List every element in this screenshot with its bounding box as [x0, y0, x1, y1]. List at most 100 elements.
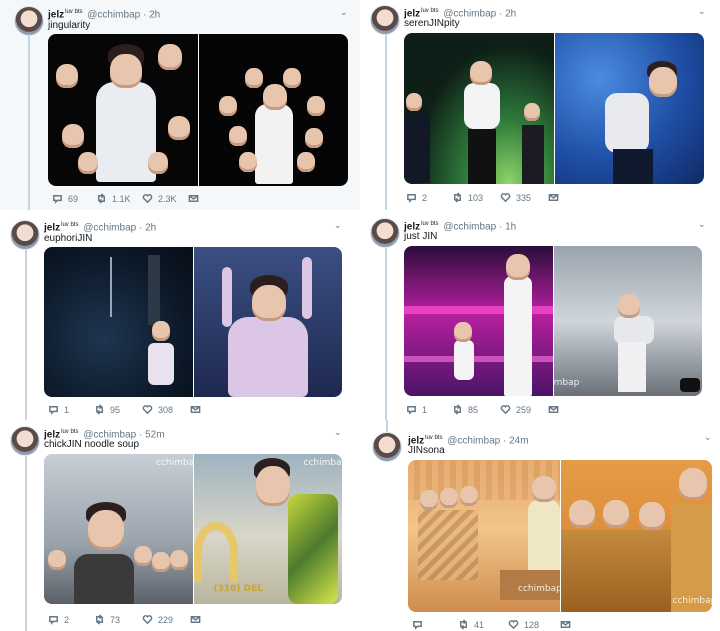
media-image-right[interactable]: [554, 33, 704, 184]
retweet-count: 73: [110, 614, 121, 625]
tweet-media[interactable]: [48, 34, 348, 186]
dm-button[interactable]: [548, 192, 559, 203]
like-button[interactable]: 128: [508, 619, 560, 630]
tweet-text: chickJIN noodle soup: [44, 439, 140, 450]
retweet-button[interactable]: 95: [94, 404, 142, 415]
tweet-media[interactable]: [404, 33, 704, 184]
name-badge: luv bts: [421, 221, 439, 227]
like-button[interactable]: 308: [142, 404, 190, 415]
display-name[interactable]: jelz: [48, 9, 64, 20]
name-badge: luv bts: [421, 8, 439, 14]
envelope-icon: [560, 621, 571, 628]
media-image-right[interactable]: cchimbap: [553, 246, 702, 396]
timestamp[interactable]: 24m: [509, 435, 528, 446]
dm-button[interactable]: [190, 614, 201, 625]
media-image-right[interactable]: [193, 247, 342, 397]
tweet-media[interactable]: cchimbap: [404, 246, 702, 396]
heart-icon: [508, 620, 519, 630]
tweet-actions: 2 103 335: [406, 192, 559, 203]
reply-button[interactable]: 1: [48, 404, 94, 415]
handle[interactable]: @cchimbap: [83, 222, 136, 233]
tweet-media[interactable]: [44, 247, 342, 397]
tweet-4[interactable]: jelzluv bts @cchimbap · 1h ⌄ just JIN cc…: [360, 210, 720, 420]
name-badge: luv bts: [61, 222, 79, 228]
display-name[interactable]: jelz: [44, 222, 60, 233]
timestamp[interactable]: 1h: [505, 221, 516, 232]
media-image-left[interactable]: [44, 247, 193, 397]
reply-icon: [49, 616, 58, 625]
retweet-button[interactable]: 1.1K: [96, 193, 142, 204]
chevron-down-icon[interactable]: ⌄: [334, 220, 342, 231]
timestamp[interactable]: 2h: [149, 9, 160, 20]
retweet-count: 41: [474, 619, 485, 630]
media-image-left[interactable]: cchimbap: [408, 460, 560, 612]
handle[interactable]: @cchimbap: [87, 9, 140, 20]
media-image-left[interactable]: [404, 246, 553, 396]
envelope-icon: [190, 616, 201, 623]
handle[interactable]: @cchimbap: [443, 221, 496, 232]
avatar[interactable]: [10, 220, 40, 250]
tweet-media[interactable]: cchimbap cchimbap (310) DEL: [44, 454, 342, 604]
retweet-button[interactable]: 41: [458, 619, 508, 630]
avatar[interactable]: [14, 6, 44, 36]
avatar[interactable]: [370, 5, 400, 35]
retweet-button[interactable]: 103: [452, 192, 500, 203]
retweet-button[interactable]: 85: [452, 404, 500, 415]
tweet-actions: 41 128: [412, 619, 571, 630]
tweet-2[interactable]: jelzluv bts @cchimbap · 2h ⌄ serenJINpit…: [360, 0, 720, 210]
tweet-text: just JIN: [404, 231, 438, 242]
reply-icon: [407, 406, 416, 415]
like-button[interactable]: 335: [500, 192, 548, 203]
chevron-down-icon[interactable]: ⌄: [704, 432, 712, 443]
dm-button[interactable]: [548, 404, 559, 415]
avatar[interactable]: [372, 432, 402, 462]
tweet-1[interactable]: jelzluv bts @cchimbap · 2h ⌄ jingularity: [0, 0, 360, 210]
chevron-down-icon[interactable]: ⌄: [698, 6, 706, 17]
tweet-media[interactable]: cchimbap cchimbap: [408, 460, 712, 612]
reply-button[interactable]: 69: [52, 193, 96, 204]
watermark: cchimbap: [672, 596, 713, 606]
dm-button[interactable]: [560, 619, 571, 630]
media-image-right[interactable]: cchimbap (310) DEL: [193, 454, 342, 604]
reply-count: 1: [422, 404, 428, 415]
reply-button[interactable]: 2: [406, 192, 452, 203]
like-button[interactable]: 259: [500, 404, 548, 415]
tweet-text: euphoriJIN: [44, 233, 93, 244]
envelope-icon: [190, 406, 201, 413]
avatar[interactable]: [370, 218, 400, 248]
media-image-right[interactable]: [198, 34, 348, 186]
media-image-left[interactable]: [48, 34, 198, 186]
retweet-count: 85: [468, 404, 479, 415]
reply-count: 1: [64, 404, 70, 415]
chevron-down-icon[interactable]: ⌄: [334, 427, 342, 438]
like-count: 2.3K: [158, 193, 177, 204]
reply-button[interactable]: 1: [406, 404, 452, 415]
media-image-left[interactable]: cchimbap: [44, 454, 193, 604]
media-image-left[interactable]: [404, 33, 554, 184]
name-badge: luv bts: [65, 9, 83, 15]
media-image-right[interactable]: cchimbap: [560, 460, 713, 612]
sign-text: (310) DEL: [213, 584, 264, 594]
tweet-actions: 1 95 308: [48, 404, 201, 415]
retweet-count: 1.1K: [112, 193, 131, 204]
tweet-3[interactable]: jelzluv bts @cchimbap · 2h ⌄ euphoriJIN …: [0, 210, 360, 420]
tweet-5[interactable]: jelzluv bts @cchimbap · 52m ⌄ chickJIN n…: [0, 420, 360, 631]
handle[interactable]: @cchimbap: [447, 435, 500, 446]
reply-button[interactable]: [412, 619, 458, 630]
reply-button[interactable]: 2: [48, 614, 94, 625]
tweet-6[interactable]: jelzluv bts @cchimbap · 24m ⌄ JINsona cc…: [360, 420, 720, 631]
like-button[interactable]: 2.3K: [142, 193, 188, 204]
dm-button[interactable]: [188, 193, 199, 204]
watermark: cchimbap: [553, 378, 580, 388]
avatar[interactable]: [10, 426, 40, 456]
watermark: cchimbap: [156, 458, 193, 468]
like-button[interactable]: 229: [142, 614, 190, 625]
chevron-down-icon[interactable]: ⌄: [340, 7, 348, 18]
dm-button[interactable]: [190, 404, 201, 415]
retweet-button[interactable]: 73: [94, 614, 142, 625]
chevron-down-icon[interactable]: ⌄: [698, 219, 706, 230]
timestamp[interactable]: 52m: [145, 429, 164, 440]
retweet-icon: [454, 192, 461, 203]
timestamp[interactable]: 2h: [145, 222, 156, 233]
timestamp[interactable]: 2h: [505, 8, 516, 19]
